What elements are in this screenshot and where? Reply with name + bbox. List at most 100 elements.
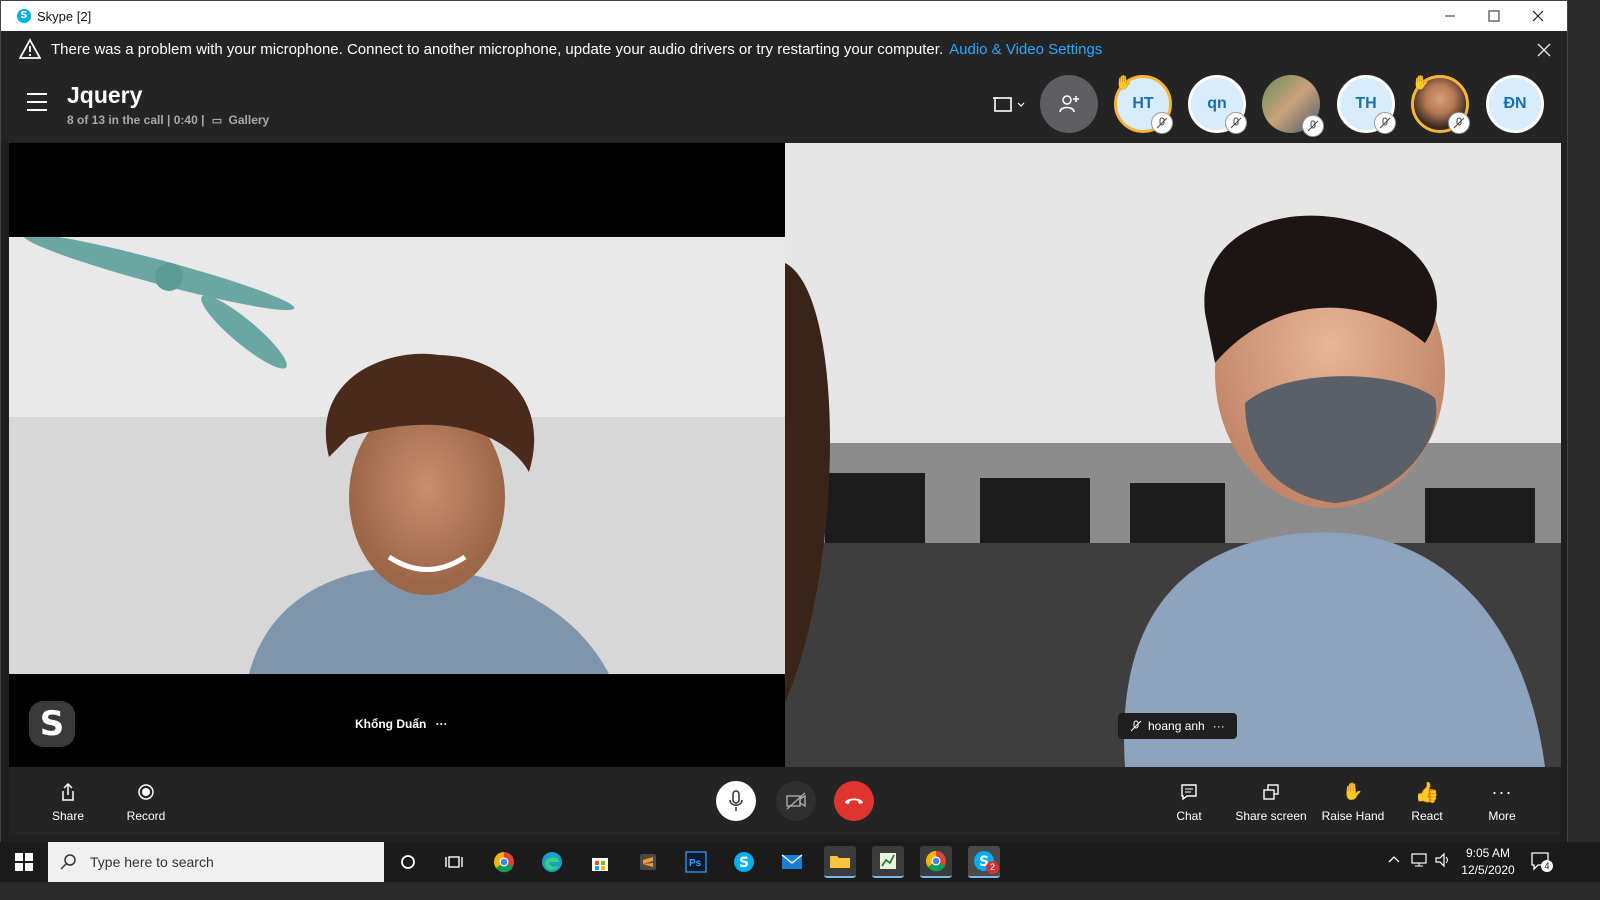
- share-screen-button[interactable]: Share screen: [1231, 779, 1311, 823]
- muted-mic-icon: [1448, 112, 1470, 134]
- show-hidden-icons-button[interactable]: [1388, 852, 1400, 867]
- thumbs-up-icon: 👍: [1414, 781, 1440, 804]
- folder-icon: [830, 856, 850, 868]
- call-title: Jquery: [67, 82, 143, 108]
- edge-taskbar-icon[interactable]: [536, 846, 568, 878]
- share-screen-icon: [1263, 784, 1279, 800]
- share-icon: [62, 782, 74, 801]
- gallery-icon: ▭: [211, 115, 223, 127]
- skype-logo: S: [29, 701, 75, 747]
- windows-taskbar: Type here to search Ps S S 2 9:05 AM 12/…: [0, 842, 1600, 882]
- clock-time: 9:05 AM: [1465, 846, 1511, 860]
- participant-name: Khổng Duẩn: [355, 717, 427, 731]
- skype-app-icon: S: [17, 9, 31, 23]
- start-button[interactable]: [0, 842, 48, 882]
- search-placeholder: Type here to search: [90, 854, 214, 870]
- svg-text:Ps: Ps: [689, 858, 702, 869]
- participant-initials: HT: [1132, 95, 1154, 112]
- chrome-taskbar-icon[interactable]: [488, 846, 520, 878]
- more-options-button[interactable]: ···: [436, 717, 448, 731]
- sublime-taskbar-icon[interactable]: [632, 846, 664, 878]
- muted-mic-icon: [1302, 115, 1324, 137]
- participant-avatar-dn[interactable]: ĐN: [1486, 75, 1544, 133]
- record-button[interactable]: Record: [111, 779, 181, 823]
- minimize-button[interactable]: [1427, 1, 1473, 31]
- photoshop-taskbar-icon[interactable]: Ps: [680, 846, 712, 878]
- more-button[interactable]: ··· More: [1467, 779, 1537, 824]
- more-options-button[interactable]: ···: [1213, 719, 1225, 733]
- clock-date: 12/5/2020: [1461, 863, 1515, 877]
- microphone-warning-banner: There was a problem with your microphone…: [1, 31, 1567, 67]
- chart-app-icon: [880, 853, 896, 869]
- cortana-icon: [401, 855, 415, 869]
- participant-name: hoang anh: [1148, 719, 1205, 733]
- raise-hand-button[interactable]: ✋ Raise Hand: [1318, 779, 1388, 823]
- layout-icon: [993, 97, 1025, 112]
- cortana-button[interactable]: [392, 846, 424, 878]
- layout-switch-button[interactable]: [991, 93, 1027, 117]
- skype-window: S Skype [2] There was a problem with you…: [0, 0, 1568, 852]
- microphone-toggle-button[interactable]: [716, 781, 756, 821]
- action-center-button[interactable]: 4: [1530, 851, 1553, 874]
- video-frame: [785, 143, 1561, 767]
- participant-avatar-qn[interactable]: qn: [1188, 75, 1247, 134]
- svg-text:S: S: [739, 855, 749, 871]
- file-explorer-taskbar-icon[interactable]: [824, 846, 856, 878]
- window-title: Skype [2]: [37, 8, 92, 24]
- chat-icon: [1181, 784, 1197, 801]
- react-button[interactable]: 👍 React: [1392, 779, 1462, 824]
- skype-active-taskbar-icon[interactable]: S 2: [968, 846, 1000, 878]
- raise-hand-label: Raise Hand: [1321, 809, 1385, 823]
- banner-close-button[interactable]: [1537, 37, 1551, 63]
- photoshop-icon: Ps: [685, 851, 707, 873]
- video-frame: [9, 237, 785, 674]
- hang-up-icon: [845, 798, 863, 804]
- chrome-icon: [494, 852, 514, 873]
- video-off-icon: [786, 792, 806, 810]
- react-label: React: [1411, 809, 1443, 823]
- chat-button[interactable]: Chat: [1154, 779, 1224, 823]
- minimize-icon: [1445, 15, 1455, 17]
- participant-avatar-photo[interactable]: [1262, 75, 1324, 137]
- network-icon: [1411, 853, 1427, 867]
- more-label: More: [1488, 809, 1516, 823]
- add-participant-button[interactable]: [1040, 75, 1098, 133]
- hamburger-menu-button[interactable]: [27, 93, 47, 111]
- taskbar-search-box[interactable]: Type here to search: [48, 842, 384, 882]
- skype-taskbar-icon[interactable]: S: [728, 846, 760, 878]
- view-mode-label[interactable]: Gallery: [229, 113, 270, 127]
- video-stage: Khổng Duẩn ···: [9, 143, 1561, 767]
- skype-icon: S: [734, 852, 754, 872]
- store-taskbar-icon[interactable]: [584, 846, 616, 878]
- raised-hand-icon: ✋: [1115, 74, 1133, 90]
- system-clock[interactable]: 9:05 AM 12/5/2020: [1446, 845, 1530, 879]
- raised-hand-icon: ✋: [1412, 74, 1430, 90]
- participant-avatar-th[interactable]: TH: [1337, 75, 1396, 134]
- participant-initials: ĐN: [1503, 95, 1527, 112]
- call-status: 8 of 13 in the call | 0:40 | ▭ Gallery: [67, 113, 269, 127]
- video-feed: [9, 237, 785, 674]
- share-button[interactable]: Share: [33, 779, 103, 823]
- app-taskbar-icon[interactable]: [872, 846, 904, 878]
- warning-icon: [19, 38, 41, 59]
- task-view-button[interactable]: [438, 846, 470, 878]
- participant-avatar-ht[interactable]: ✋ HT: [1114, 74, 1173, 134]
- audio-video-settings-link[interactable]: Audio & Video Settings: [949, 41, 1102, 58]
- mail-taskbar-icon[interactable]: [776, 846, 808, 878]
- share-screen-label: Share screen: [1235, 809, 1307, 823]
- maximize-button[interactable]: [1471, 1, 1517, 31]
- participant-avatar-photo[interactable]: ✋: [1411, 74, 1470, 134]
- video-toggle-button[interactable]: [776, 781, 816, 821]
- close-icon: [1537, 43, 1551, 57]
- video-tile-khong-duan[interactable]: Khổng Duẩn ···: [9, 143, 785, 767]
- network-button[interactable]: [1410, 852, 1428, 871]
- chrome-profile-taskbar-icon[interactable]: [920, 846, 952, 878]
- record-icon: [138, 784, 154, 800]
- close-window-button[interactable]: [1515, 1, 1561, 31]
- task-view-icon: [445, 856, 463, 868]
- skype-notification-badge: 2: [986, 861, 999, 874]
- hang-up-button[interactable]: [834, 781, 874, 821]
- windows-logo-icon: [15, 853, 33, 871]
- close-icon: [1532, 10, 1544, 22]
- video-tile-hoang-anh[interactable]: [785, 143, 1561, 767]
